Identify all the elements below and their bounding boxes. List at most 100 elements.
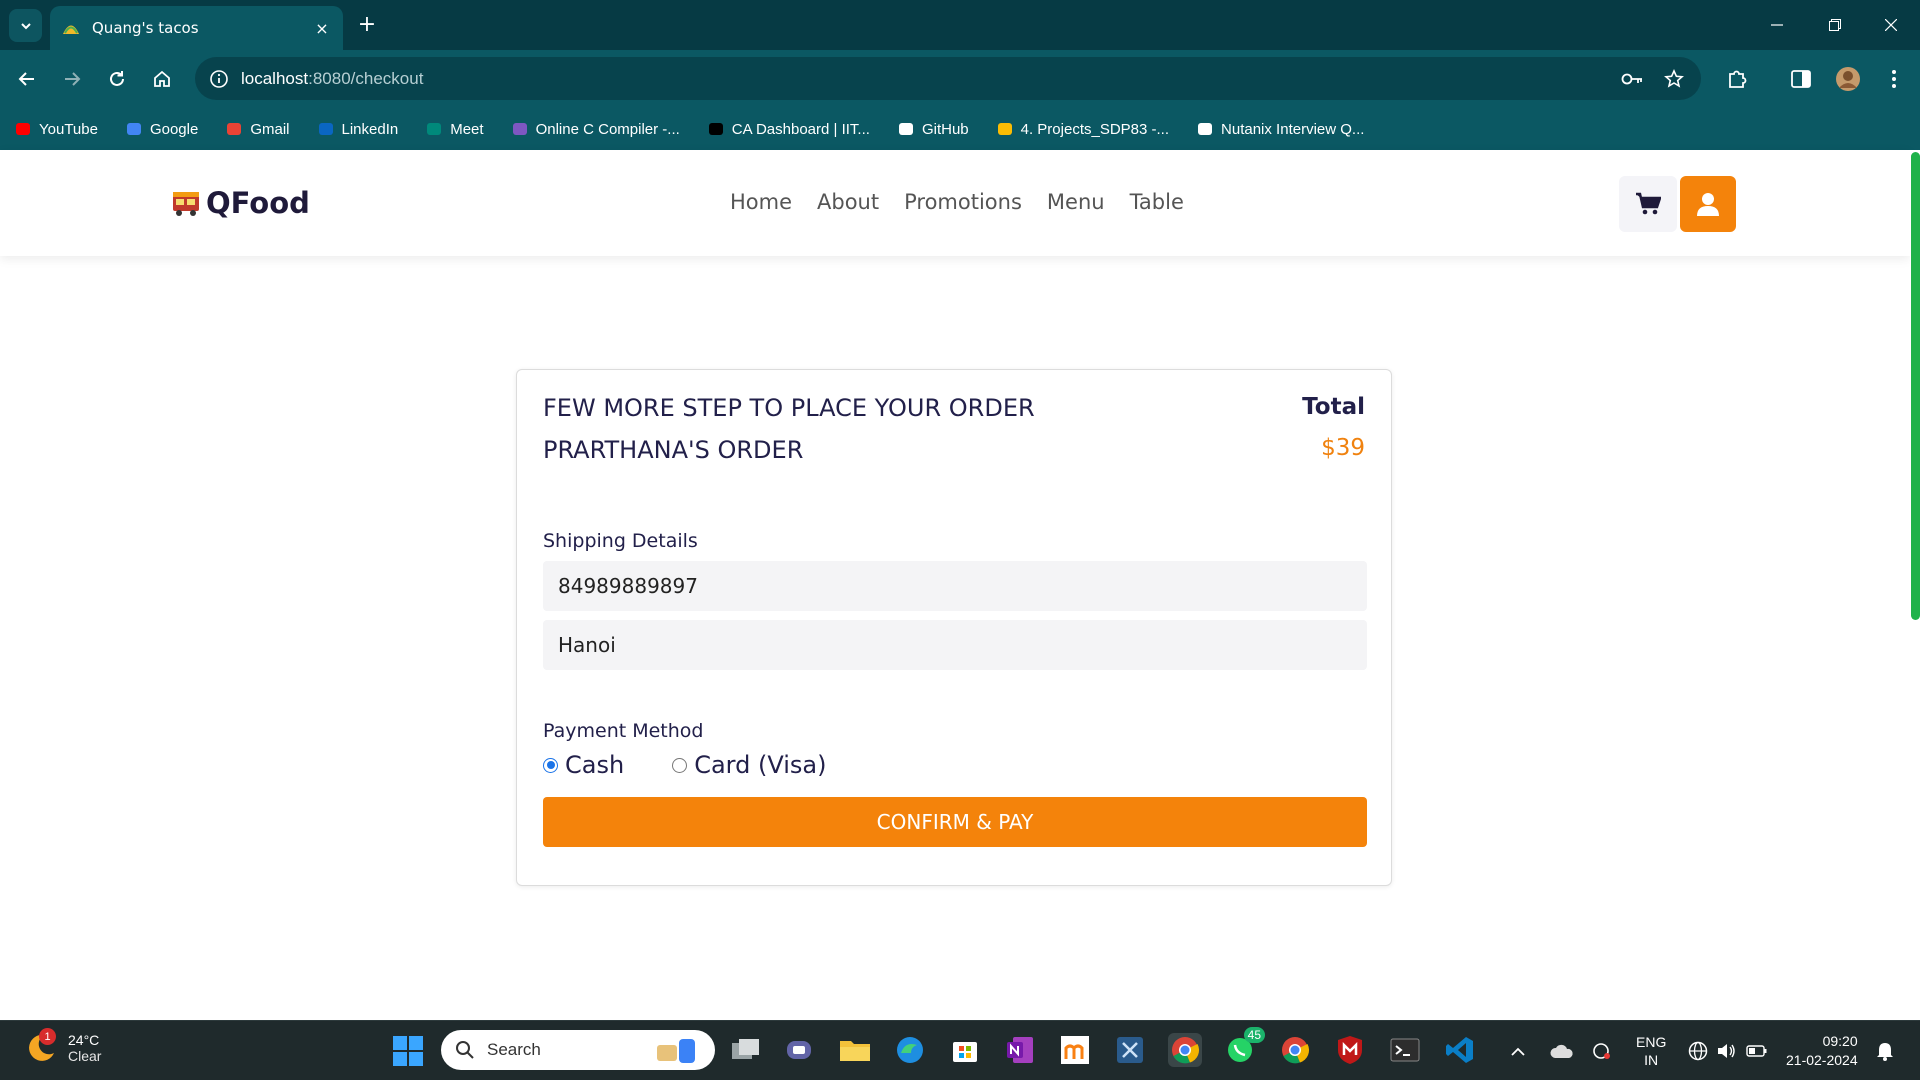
password-key-icon[interactable] <box>1619 66 1645 92</box>
onedrive-icon[interactable] <box>1550 1021 1574 1081</box>
chrome-profile-icon[interactable] <box>1278 1033 1312 1067</box>
url-text: localhost:8080/checkout <box>241 69 423 89</box>
total-label: Total <box>1302 394 1365 420</box>
user-account-button[interactable] <box>1680 176 1736 232</box>
extensions-button[interactable] <box>1720 62 1754 96</box>
phone-input[interactable] <box>543 561 1367 611</box>
total-value: $39 <box>1321 435 1365 461</box>
bookmark-item[interactable]: Online C Compiler -... <box>511 120 680 138</box>
bookmark-item[interactable]: 4. Projects_SDP83 -... <box>996 120 1169 138</box>
minimize-button[interactable] <box>1748 0 1806 50</box>
onenote-icon[interactable] <box>1003 1033 1037 1067</box>
cart-button[interactable] <box>1619 176 1677 232</box>
bookmark-item[interactable]: Meet <box>425 120 484 138</box>
bookmark-star-icon[interactable] <box>1661 66 1687 92</box>
bookmark-item[interactable]: CA Dashboard | IIT... <box>707 120 870 138</box>
cash-radio[interactable] <box>543 757 558 773</box>
brand-logo-link[interactable]: QFood <box>170 186 310 220</box>
puzzle-icon <box>1729 70 1747 88</box>
chrome-icon[interactable] <box>1168 1033 1202 1067</box>
checkout-card: FEW MORE STEP TO PLACE YOUR ORDER PRARTH… <box>516 369 1392 886</box>
site-info-icon[interactable] <box>207 67 231 91</box>
restore-icon <box>1829 19 1841 31</box>
nav-promotions[interactable]: Promotions <box>904 190 1022 214</box>
sync-icon[interactable] <box>1590 1021 1612 1081</box>
bookmark-item[interactable]: YouTube <box>14 120 98 138</box>
youtube-icon <box>14 120 32 138</box>
windows-start-icon[interactable] <box>392 1035 424 1067</box>
side-panel-button[interactable] <box>1784 62 1818 96</box>
home-icon <box>154 70 170 87</box>
battery-icon[interactable] <box>1746 1021 1768 1081</box>
mcafee-icon[interactable] <box>1333 1033 1367 1067</box>
close-window-button[interactable] <box>1862 0 1920 50</box>
tab-search-button[interactable] <box>9 9 42 42</box>
weather-desc: Clear <box>68 1048 102 1064</box>
card-radio[interactable] <box>672 757 688 773</box>
address-input[interactable] <box>543 620 1367 670</box>
scrollbar-thumb[interactable] <box>1911 152 1920 620</box>
clock-date: 21-02-2024 <box>1786 1052 1858 1068</box>
restore-button[interactable] <box>1806 0 1864 50</box>
bolt-icon <box>511 120 529 138</box>
snipping-tool-icon[interactable] <box>1113 1033 1147 1067</box>
microsoft-store-icon[interactable] <box>948 1033 982 1067</box>
terminal-icon[interactable] <box>1388 1033 1422 1067</box>
search-highlight-icon <box>657 1039 695 1063</box>
language-indicator[interactable]: ENG IN <box>1636 1021 1666 1081</box>
bookmark-item[interactable]: LinkedIn <box>317 120 399 138</box>
browser-tab[interactable]: Quang's tacos × <box>50 6 343 50</box>
tray-overflow-icon[interactable] <box>1510 1021 1526 1081</box>
nav-about[interactable]: About <box>817 190 879 214</box>
checkout-heading: FEW MORE STEP TO PLACE YOUR ORDER <box>543 394 1035 422</box>
moodle-icon[interactable] <box>1058 1033 1092 1067</box>
search-placeholder: Search <box>487 1040 541 1059</box>
edge-icon[interactable] <box>893 1033 927 1067</box>
home-button[interactable] <box>145 62 179 96</box>
user-icon <box>1697 193 1719 216</box>
bookmark-item[interactable]: Google <box>125 120 198 138</box>
side-panel-icon <box>1791 70 1811 88</box>
task-view-icon[interactable] <box>729 1033 763 1067</box>
volume-icon[interactable] <box>1716 1021 1736 1081</box>
nav-menu[interactable]: Menu <box>1047 190 1105 214</box>
bookmark-item[interactable]: Gmail <box>225 120 290 138</box>
reload-button[interactable] <box>100 62 134 96</box>
teams-icon[interactable] <box>783 1033 817 1067</box>
bookmark-label: Nutanix Interview Q... <box>1221 120 1365 138</box>
payment-method-label: Payment Method <box>543 720 704 742</box>
bookmark-label: YouTube <box>39 120 98 138</box>
bookmark-label: 4. Projects_SDP83 -... <box>1020 120 1170 138</box>
bookmark-label: LinkedIn <box>341 120 399 138</box>
profile-button[interactable] <box>1831 62 1865 96</box>
address-bar[interactable]: localhost:8080/checkout <box>195 57 1701 100</box>
taskbar-search[interactable]: Search <box>441 1030 715 1070</box>
cash-label[interactable]: Cash <box>565 751 624 779</box>
file-explorer-icon[interactable] <box>838 1033 872 1067</box>
notification-bell-icon[interactable] <box>1876 1021 1894 1081</box>
browser-menu-button[interactable] <box>1877 62 1911 96</box>
nav-home[interactable]: Home <box>730 190 792 214</box>
weather-badge: 1 <box>39 1028 56 1045</box>
more-vertical-icon <box>1892 70 1896 88</box>
back-button[interactable] <box>10 62 44 96</box>
bookmarks-bar: YouTube Google Gmail LinkedIn Meet Online C C… <box>0 108 1920 150</box>
page-scrollbar[interactable] <box>1910 150 1920 1020</box>
nav-table[interactable]: Table <box>1130 190 1184 214</box>
whatsapp-icon[interactable]: 45 <box>1223 1027 1265 1067</box>
new-tab-button[interactable]: + <box>354 12 380 37</box>
card-label[interactable]: Card (Visa) <box>694 751 826 779</box>
browser-title-bar: Quang's tacos × + <box>0 0 1920 50</box>
vscode-icon[interactable] <box>1443 1033 1477 1067</box>
clock[interactable]: 09:20 21-02-2024 <box>1786 1021 1858 1081</box>
confirm-pay-button[interactable]: CONFIRM & PAY <box>543 797 1367 847</box>
bookmark-label: Meet <box>450 120 484 138</box>
minimize-icon <box>1771 24 1783 26</box>
mountain-icon <box>1196 120 1214 138</box>
weather-widget[interactable]: 1 24°C Clear <box>24 1028 102 1065</box>
close-tab-icon[interactable]: × <box>313 19 331 38</box>
bookmark-item[interactable]: GitHub <box>897 120 969 138</box>
bookmark-item[interactable]: Nutanix Interview Q... <box>1196 120 1364 138</box>
forward-button[interactable] <box>55 62 89 96</box>
network-icon[interactable] <box>1688 1021 1708 1081</box>
